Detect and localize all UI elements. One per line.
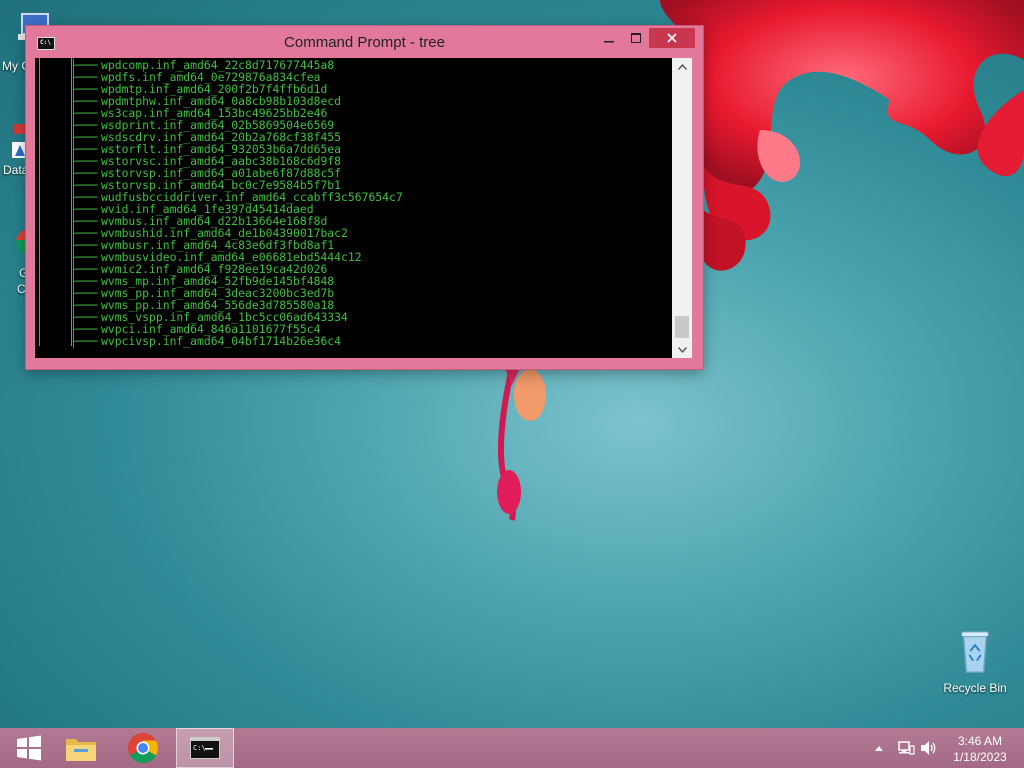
tree-branch-prefix: ├───	[70, 274, 98, 288]
console-line: wstorvsp.inf_amd64_bc0c7e9584b5f7b1	[101, 178, 342, 192]
console-line: wudfusbcciddriver.inf_amd64_ccabff3c5676…	[101, 190, 403, 204]
show-hidden-icons-button[interactable]	[874, 728, 884, 768]
clock-time: 3:46 AM	[957, 734, 1003, 748]
close-icon	[667, 33, 677, 43]
console-line: wpdmtphw.inf_amd64_0a8cb98b103d8ecd	[101, 94, 342, 108]
tree-branch-prefix: ├───	[70, 166, 98, 180]
command-prompt-icon: C:\	[190, 737, 220, 759]
chevron-down-icon	[677, 346, 687, 353]
file-explorer-taskbar-button[interactable]	[52, 728, 110, 768]
console-scrollbar[interactable]	[672, 58, 692, 358]
console-line: wvmbusvideo.inf_amd64_e06681ebd5444c12	[101, 250, 362, 264]
network-icon	[898, 741, 915, 755]
command-prompt-taskbar-button[interactable]: C:\	[176, 728, 234, 768]
tree-branch-prefix: ├───	[70, 154, 98, 168]
tree-branch-prefix: ├───	[70, 70, 98, 84]
volume-icon	[921, 741, 936, 755]
taskbar-clock[interactable]: 3:46 AM 1/18/2023	[942, 733, 1018, 765]
console-line: wvmbusr.inf_amd64_4c83e6df3fbd8af1	[101, 238, 335, 252]
tree-branch-prefix: ├───	[70, 82, 98, 96]
chrome-taskbar-button[interactable]	[114, 728, 172, 768]
console-line: wvms_mp.inf_amd64_52fb9de145bf4848	[101, 274, 335, 288]
recycle-bin-icon	[961, 631, 989, 673]
chrome-icon	[128, 733, 159, 764]
close-button[interactable]	[649, 28, 695, 48]
minimize-button[interactable]	[596, 28, 622, 48]
tree-branch-prefix: ├───	[70, 106, 98, 120]
network-tray-button[interactable]	[897, 728, 915, 768]
tray-arrow-icon	[875, 746, 883, 751]
console-line: wvms_pp.inf_amd64_3deac3200bc3ed7b	[101, 286, 335, 300]
tree-branch-prefix: ├───	[70, 130, 98, 144]
console-output[interactable]: wpdcomp.inf_amd64_22c8d717677445a8 ├─── wp…	[35, 58, 672, 358]
volume-tray-button[interactable]	[920, 728, 938, 768]
recycle-bin-desktop-icon[interactable]: Recycle Bin	[940, 628, 1010, 695]
tree-branch-prefix: ├───	[70, 58, 98, 72]
recycle-bin-label: Recycle Bin	[943, 681, 1007, 695]
tree-branch-prefix: ├───	[70, 262, 98, 276]
chevron-up-icon	[677, 63, 687, 70]
console-line: wvpci.inf_amd64_846a1101677f55c4	[101, 322, 321, 336]
tree-branch-prefix: ├───	[70, 202, 98, 216]
console-line: wvms_vspp.inf_amd64_1bc5cc06ad643334	[101, 310, 348, 324]
clock-date: 1/18/2023	[953, 750, 1007, 764]
file-explorer-icon	[66, 739, 96, 761]
tree-branch-prefix: ├───	[70, 310, 98, 324]
maximize-button[interactable]	[623, 28, 649, 48]
tree-branch-prefix: ├───	[70, 238, 98, 252]
console-line: wsdscdrv.inf_amd64_20b2a768cf38f455	[101, 130, 342, 144]
tree-branch-prefix: ├───	[70, 322, 98, 336]
tree-branch-prefix: ├───	[70, 142, 98, 156]
data-shortcut-label: Data	[3, 163, 29, 177]
start-button[interactable]	[0, 728, 58, 768]
maximize-icon	[631, 33, 641, 43]
console-line: wvid.inf_amd64_1fe397d45414daed	[101, 202, 314, 216]
tree-branch-prefix: ├───	[70, 214, 98, 228]
tree-branch-prefix: ├───	[70, 94, 98, 108]
console-line: wpdcomp.inf_amd64_22c8d717677445a8	[101, 58, 335, 72]
console-line: wvmbushid.inf_amd64_de1b04390017bac2	[101, 226, 348, 240]
console-line: wstorvsp.inf_amd64_a01abe6f87d88c5f	[101, 166, 342, 180]
window-titlebar[interactable]: C:\ Command Prompt - tree	[26, 26, 703, 58]
console-line: wvmic2.inf_amd64_f928ee19ca42d026	[101, 262, 328, 276]
console-line: wvms_pp.inf_amd64_556de3d785580a18	[101, 298, 335, 312]
scroll-down-button[interactable]	[672, 341, 692, 358]
start-icon	[17, 735, 41, 761]
tree-branch-prefix: ├───	[70, 250, 98, 264]
tree-branch-prefix: ├───	[70, 334, 98, 348]
console-line: wstorvsc.inf_amd64_aabc38b168c6d9f8	[101, 154, 342, 168]
chrome-shortcut-label-2: C	[17, 282, 26, 296]
console-line: wvmbus.inf_amd64_d22b13664e168f8d	[101, 214, 328, 228]
tree-branch-prefix: ├───	[70, 118, 98, 132]
taskbar: C:\ 3:46 AM 1/18/2023	[0, 728, 1024, 768]
minimize-icon	[604, 41, 614, 43]
tree-branch-prefix: ├───	[70, 298, 98, 312]
tree-branch-prefix: ├───	[70, 226, 98, 240]
command-prompt-window[interactable]: C:\ Command Prompt - tree wpdcomp.inf_am…	[26, 26, 703, 369]
scroll-up-button[interactable]	[672, 58, 692, 75]
console-line: wvpcivsp.inf_amd64_04bf1714b26e36c4	[101, 334, 342, 348]
console-line: wpdfs.inf_amd64_0e729876a834cfea	[101, 70, 321, 84]
tree-branch-prefix: ├───	[70, 190, 98, 204]
console-line: wstorflt.inf_amd64_932053b6a7dd65ea	[101, 142, 342, 156]
console-line: wsdprint.inf_amd64_02b5869504e6569	[101, 118, 335, 132]
svg-text:C:\: C:\	[193, 744, 206, 752]
tree-branch-prefix: ├───	[70, 178, 98, 192]
scroll-thumb[interactable]	[675, 316, 689, 338]
console-line: ws3cap.inf_amd64_153bc49625bb2e46	[101, 106, 328, 120]
console-line: wpdmtp.inf_amd64_200f2b7f4ffb6d1d	[101, 82, 328, 96]
tree-guide-line	[39, 58, 40, 346]
tree-branch-prefix: ├───	[70, 286, 98, 300]
